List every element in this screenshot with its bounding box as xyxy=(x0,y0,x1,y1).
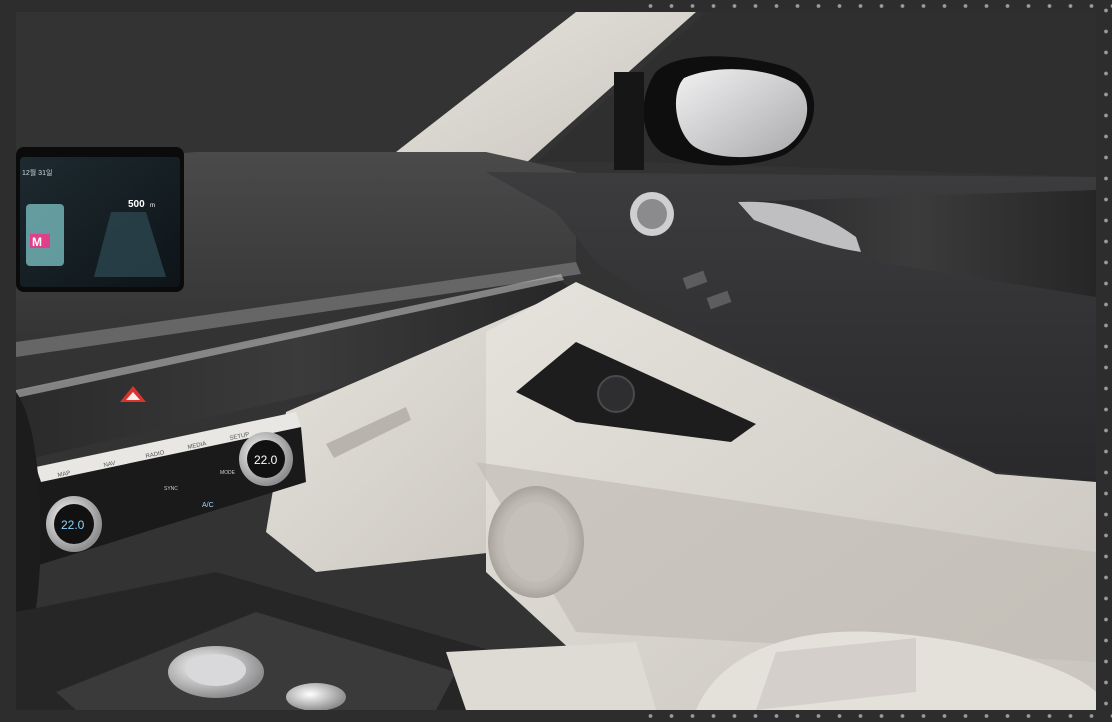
photo-frame: M 12월 31일 500 m MAP NAV RADIO MEDIA SETU… xyxy=(0,0,1112,722)
nav-unit: m xyxy=(150,203,155,209)
armrest xyxy=(446,642,656,710)
right-temp-value: 22.0 xyxy=(254,453,278,467)
dotted-border-top xyxy=(640,0,1112,12)
side-mirror-glass xyxy=(675,69,808,158)
tweeter-grille-icon xyxy=(637,199,667,229)
ac-label[interactable]: A/C xyxy=(202,502,214,509)
left-temp-value: 22.0 xyxy=(61,518,85,532)
gear-dial-center xyxy=(186,654,246,686)
mirror-mount xyxy=(614,72,644,170)
screen-time: 12월 31일 xyxy=(22,168,52,177)
sync-label[interactable]: SYNC xyxy=(164,486,178,492)
interior-illustration: M 12월 31일 500 m MAP NAV RADIO MEDIA SETU… xyxy=(16,12,1096,710)
car-interior-photo: M 12월 31일 500 m MAP NAV RADIO MEDIA SETU… xyxy=(16,12,1096,710)
screen-tile-letter: M xyxy=(32,235,42,249)
mode-label[interactable]: MODE xyxy=(220,470,236,476)
door-speaker-cone xyxy=(504,502,568,582)
dotted-border-right xyxy=(1100,0,1112,722)
speaker-grille-icon xyxy=(597,375,635,413)
nav-distance: 500 xyxy=(128,199,145,210)
park-button[interactable] xyxy=(286,683,346,710)
dotted-border-bottom xyxy=(640,710,1112,722)
infotainment-display: M 12월 31일 500 m xyxy=(16,147,184,292)
